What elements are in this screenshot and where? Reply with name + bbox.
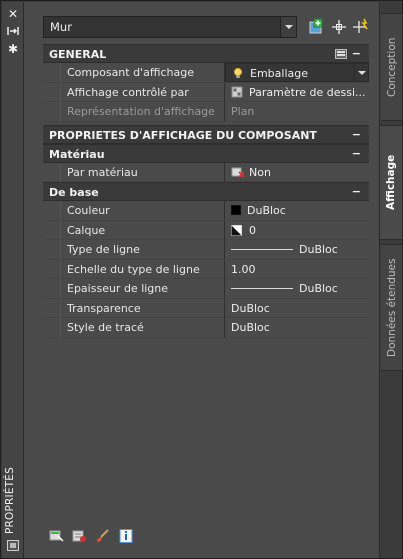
palette-title-strip[interactable]: ✕ ✱ PROPRIÉTÉS [2, 2, 24, 558]
property-value-cell[interactable]: Non [225, 163, 369, 182]
properties-panel: Mur GENERAL − Composant d'affichage Emba… [24, 2, 380, 558]
property-value[interactable]: DuBloc [225, 299, 369, 318]
property-value[interactable]: DuBloc [225, 318, 369, 337]
palette-title: PROPRIÉTÉS [4, 467, 16, 534]
tab-extended-data[interactable]: Données étendues [381, 244, 403, 371]
object-type-value: Mur [50, 20, 72, 34]
property-value: DuBloc [247, 204, 286, 217]
properties-palette: ✕ ✱ PROPRIÉTÉS Mur GENERAL − Composant d… [0, 0, 403, 559]
property-row-display-controlled-by[interactable]: Affichage contrôlé par Paramètre de dess… [43, 82, 369, 102]
add-new-icon[interactable] [307, 18, 325, 36]
property-row-layer[interactable]: Calque 0 [43, 220, 369, 240]
linetype-sample [231, 249, 293, 250]
layer-icon [231, 224, 243, 237]
tab-conception[interactable]: Conception [381, 13, 403, 121]
section-general[interactable]: GENERAL − [43, 44, 369, 63]
material-icon [231, 166, 245, 178]
property-row-display-component[interactable]: Composant d'affichage Emballage [43, 63, 369, 83]
property-row-linetype[interactable]: Type de ligne DuBloc [43, 240, 369, 260]
property-label: Par matériau [60, 162, 225, 182]
property-label: Affichage contrôlé par [60, 82, 225, 102]
property-value: DuBloc [299, 282, 338, 295]
property-value-cell[interactable]: DuBloc [225, 240, 369, 259]
tab-label: Données étendues [386, 258, 398, 357]
property-row-display-representation[interactable]: Représentation d'affichage Plan [43, 102, 369, 122]
section-component-display-properties[interactable]: PROPRIETES D'AFFICHAGE DU COMPOSANT − [43, 124, 369, 144]
collapse-toggle[interactable]: − [352, 147, 361, 160]
property-value[interactable]: 1.00 [225, 260, 369, 279]
property-label: Transparence [60, 298, 225, 318]
edit-display-icon[interactable] [72, 529, 87, 543]
settings-icon[interactable]: ✱ [6, 42, 20, 56]
tab-affichage[interactable]: Affichage [380, 125, 403, 240]
select-display-icon[interactable] [49, 529, 64, 543]
property-value-cell[interactable]: DuBloc [225, 201, 369, 220]
collapse-toggle[interactable]: − [352, 47, 361, 60]
property-value-cell[interactable]: Paramètre de dessi... [225, 83, 369, 102]
property-value: Emballage [250, 67, 308, 80]
section-basic[interactable]: De base − [43, 182, 369, 201]
section-title: De base [49, 186, 99, 199]
property-label: Couleur [60, 201, 225, 220]
quick-properties-icon[interactable] [335, 49, 347, 59]
section-title: PROPRIETES D'AFFICHAGE DU COMPOSANT [49, 128, 317, 142]
property-label: Style de tracé [60, 318, 225, 337]
property-row-color[interactable]: Couleur DuBloc [43, 201, 369, 221]
property-value-cell[interactable]: DuBloc [225, 279, 369, 298]
section-material[interactable]: Matériau − [43, 143, 369, 163]
section-title: GENERAL [49, 48, 107, 61]
object-type-select[interactable]: Mur [43, 16, 297, 38]
property-value: Paramètre de dessi... [249, 85, 366, 99]
paint-brush-icon[interactable] [95, 529, 110, 543]
light-bulb-icon [232, 67, 244, 79]
drawing-settings-icon [231, 86, 243, 98]
quick-select-icon[interactable] [352, 18, 370, 36]
property-value-cell[interactable]: 0 [225, 221, 369, 240]
property-row-plot-style[interactable]: Style de tracé DuBloc [43, 318, 369, 338]
select-objects-icon[interactable] [330, 18, 348, 36]
property-label: Calque [60, 220, 225, 240]
property-value: 0 [249, 223, 256, 237]
property-value: DuBloc [299, 243, 338, 256]
property-value: Non [249, 165, 271, 179]
close-icon[interactable]: ✕ [6, 7, 20, 21]
property-label: Epaisseur de ligne [60, 279, 225, 298]
auto-hide-icon[interactable] [6, 25, 20, 39]
collapse-toggle[interactable]: − [352, 185, 361, 198]
tab-label: Conception [386, 37, 398, 97]
property-row-linetype-scale[interactable]: Echelle du type de ligne 1.00 [43, 259, 369, 279]
property-row-transparency[interactable]: Transparence DuBloc [43, 298, 369, 318]
collapse-toggle[interactable]: − [352, 128, 361, 141]
palette-menu-icon[interactable] [7, 540, 19, 551]
property-label: Type de ligne [60, 240, 225, 259]
chevron-down-icon[interactable] [280, 17, 296, 37]
property-label: Représentation d'affichage [60, 102, 225, 121]
property-label: Echelle du type de ligne [60, 259, 225, 279]
property-row-lineweight[interactable]: Epaisseur de ligne DuBloc [43, 279, 369, 299]
property-row-by-material[interactable]: Par matériau Non [43, 162, 369, 182]
property-grid: GENERAL − Composant d'affichage Emballag… [43, 44, 369, 338]
info-icon[interactable] [119, 529, 134, 543]
color-swatch [231, 205, 241, 215]
property-value: Plan [231, 105, 255, 118]
property-label: Composant d'affichage [60, 63, 225, 82]
chevron-down-icon[interactable] [354, 64, 368, 81]
display-component-select[interactable]: Emballage [225, 63, 369, 82]
tab-label: Affichage [385, 154, 397, 211]
lineweight-sample [231, 288, 293, 289]
section-title: Matériau [49, 147, 105, 161]
